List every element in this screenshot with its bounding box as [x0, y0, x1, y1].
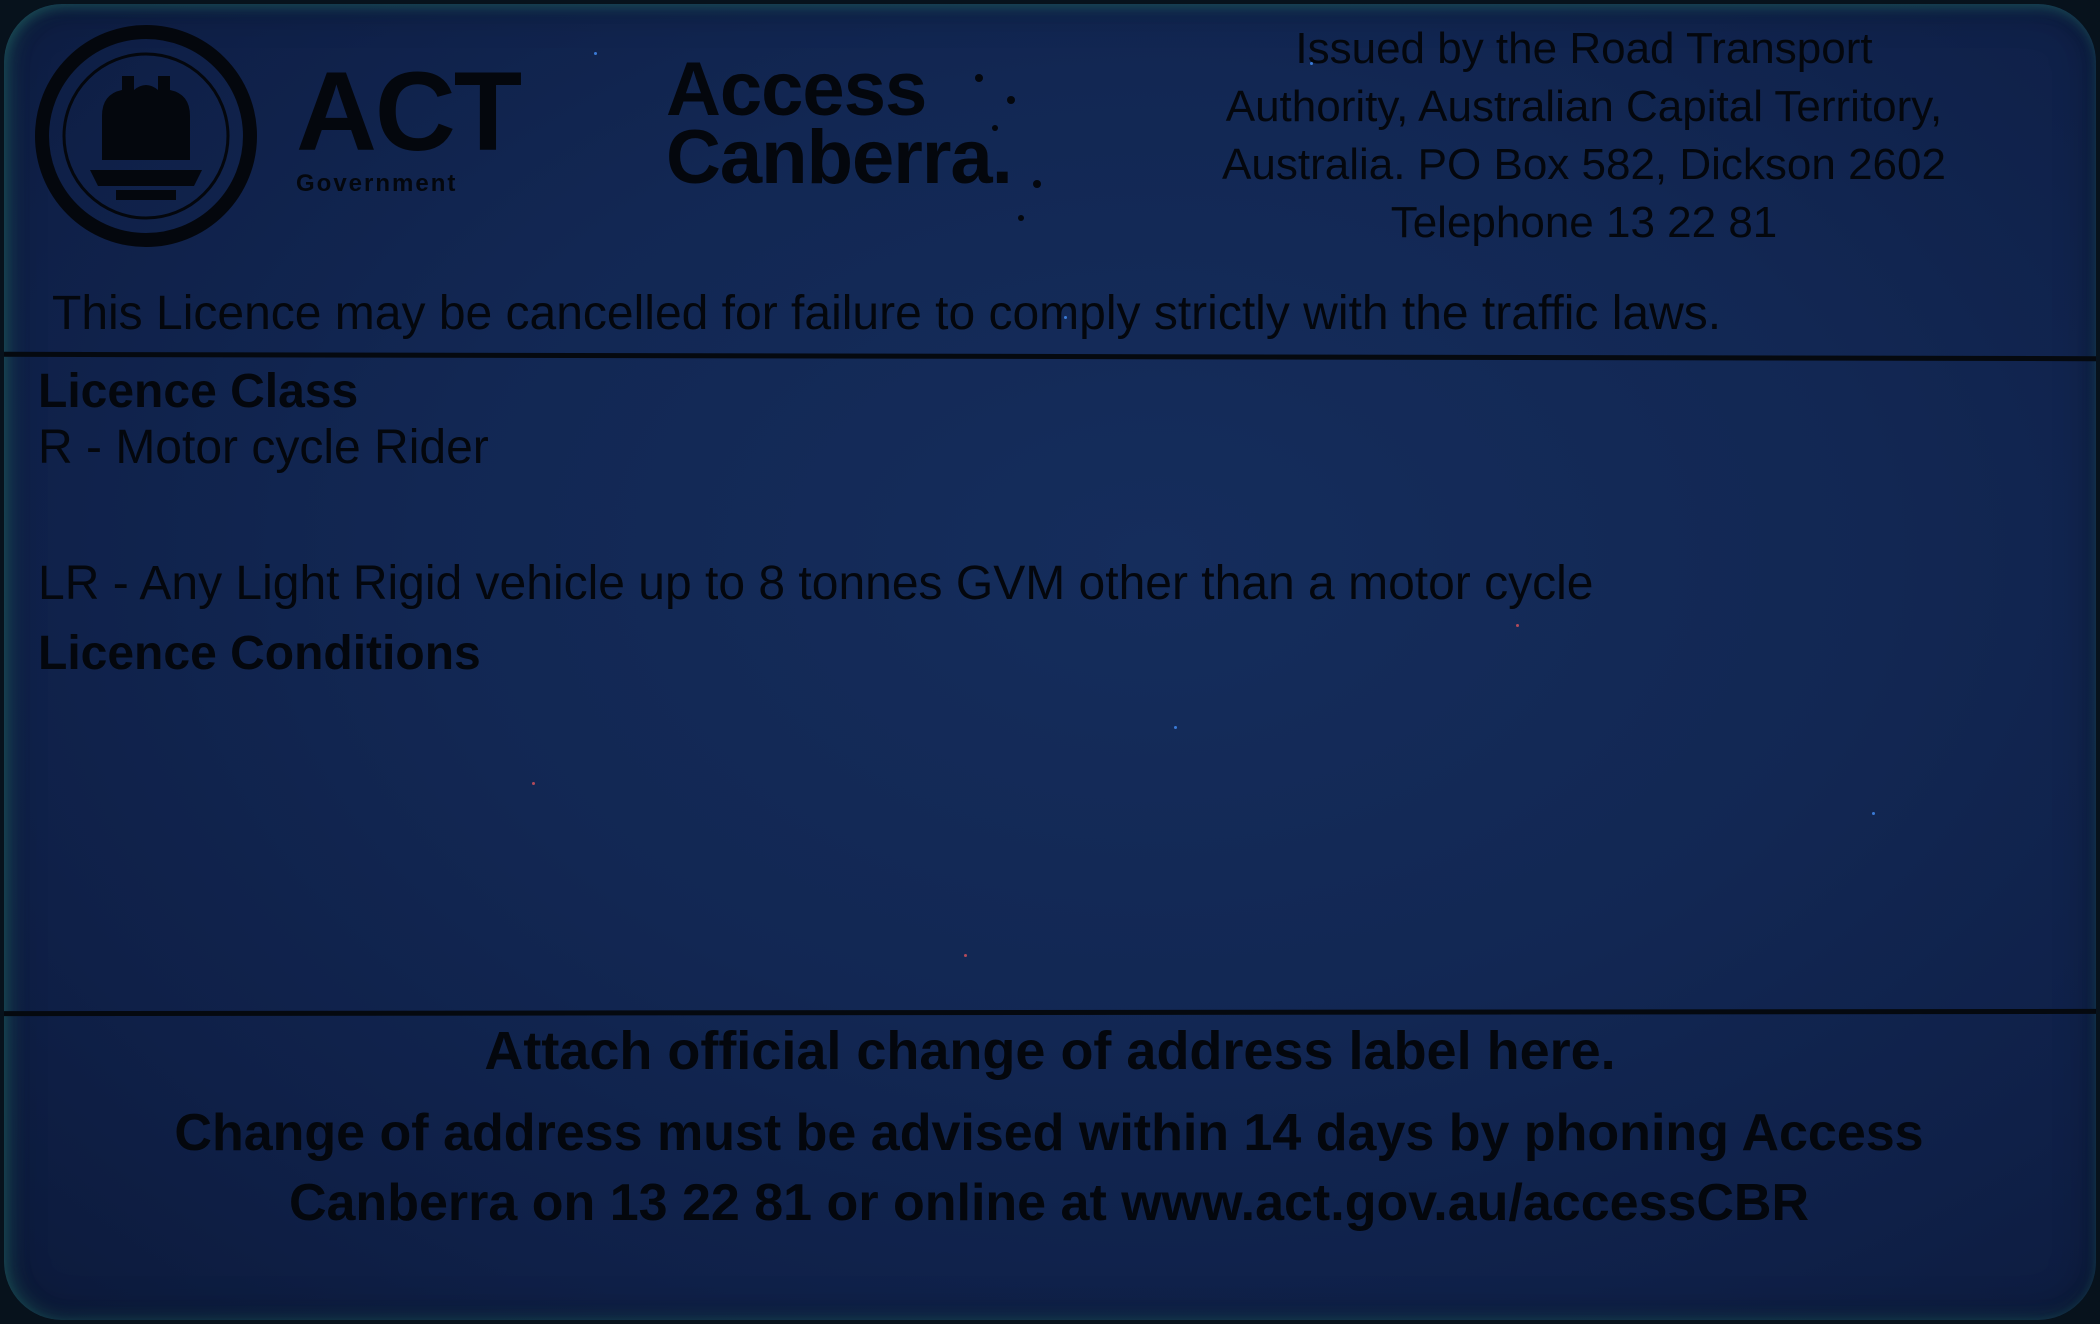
noise-speck [1310, 62, 1313, 65]
cancellation-warning: This Licence may be cancelled for failur… [52, 287, 1722, 340]
noise-speck [1064, 316, 1067, 319]
act-logo-text: ACT [296, 49, 522, 174]
government-logo-text: Government [296, 170, 458, 197]
address-change-note: Change of address must be advised within… [44, 1098, 2054, 1238]
address-note-line: Canberra on 13 22 81 or online at www.ac… [288, 1174, 1810, 1232]
noise-speck [1174, 726, 1177, 729]
issuer-line: Authority, Australian Capital Territory, [1225, 82, 1943, 131]
divider-top [4, 351, 2096, 362]
act-crest-icon [35, 25, 257, 247]
address-label-area: Attach official change of address label … [484, 1021, 1616, 1081]
licence-conditions-heading: Licence Conditions [38, 627, 481, 680]
licence-class-entry: R - Motor cycle Rider [38, 421, 489, 474]
issuer-line: Issued by the Road Transport [1295, 24, 1873, 73]
access-logo-line1: Access [666, 47, 927, 132]
noise-speck [1872, 812, 1875, 815]
access-canberra-dots-icon [975, 74, 1041, 221]
noise-speck [532, 782, 535, 785]
licence-class-entry: LR - Any Light Rigid vehicle up to 8 ton… [38, 557, 1594, 610]
access-canberra-logo: Access Canberra. [666, 47, 1013, 200]
issuer-line: Telephone 13 22 81 [1390, 198, 1778, 247]
noise-speck [964, 954, 967, 957]
access-logo-line2: Canberra. [666, 115, 1013, 200]
divider-bottom [4, 1008, 2096, 1017]
licence-card-back: ACT Government Access Canberra. Issued b… [4, 4, 2096, 1320]
noise-speck [594, 52, 597, 55]
licence-class-heading: Licence Class [38, 365, 359, 418]
issuer-line: Australia. PO Box 582, Dickson 2602 [1222, 140, 1946, 189]
noise-speck [1516, 624, 1519, 627]
address-note-line: Change of address must be advised within… [174, 1104, 1924, 1162]
issuer-details: Issued by the Road Transport Authority, … [1144, 20, 2024, 252]
